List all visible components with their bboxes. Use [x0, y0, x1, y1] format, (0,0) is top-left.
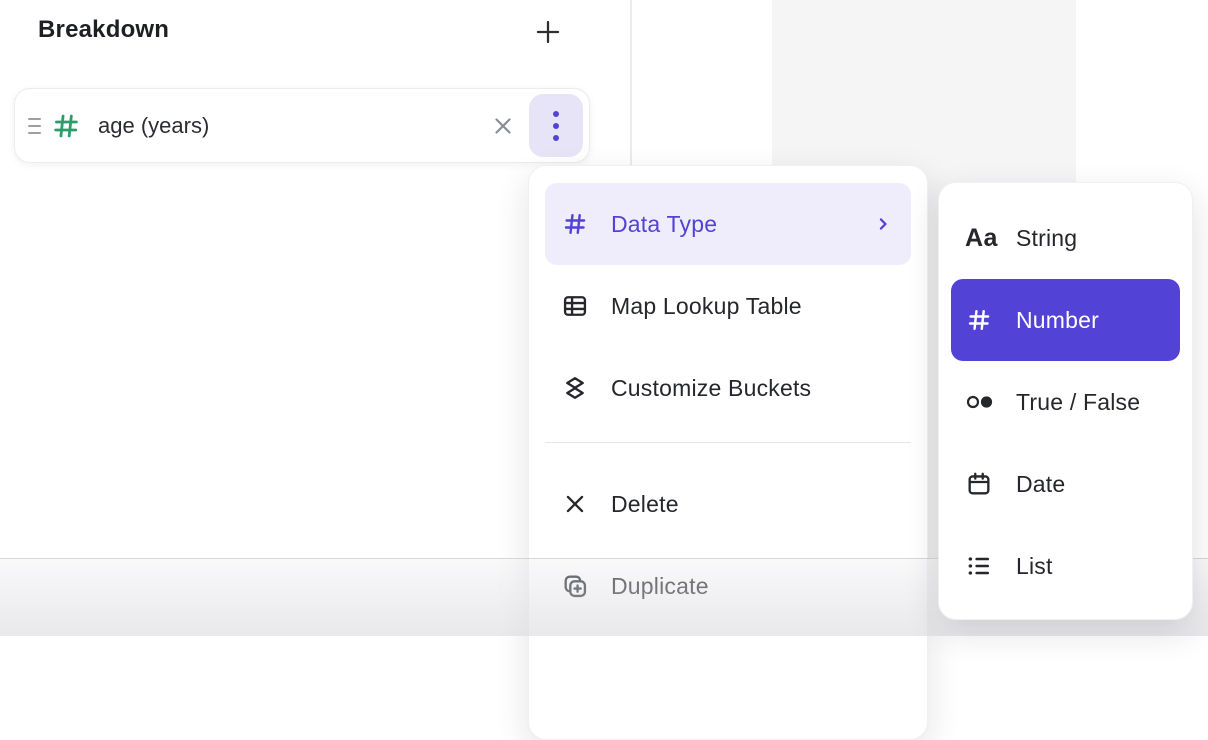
x-icon — [561, 490, 589, 518]
menu-item-customize-buckets[interactable]: Customize Buckets — [545, 347, 911, 429]
remove-field-button[interactable] — [483, 106, 523, 146]
submenu-item-string[interactable]: Aa String — [951, 197, 1180, 279]
submenu-item-number[interactable]: Number — [951, 279, 1180, 361]
plus-icon — [532, 16, 564, 48]
bullet-list-icon — [965, 552, 1001, 580]
field-label: age (years) — [98, 113, 209, 139]
menu-item-label: Customize Buckets — [611, 375, 811, 402]
number-type-icon — [46, 110, 86, 142]
menu-item-label: Data Type — [611, 211, 717, 238]
menu-item-data-type[interactable]: Data Type — [545, 183, 911, 265]
field-menu-button[interactable] — [529, 94, 583, 157]
text-aa-icon: Aa — [965, 224, 1001, 253]
submenu-item-label: Number — [1016, 307, 1099, 334]
menu-item-map-lookup-table[interactable]: Map Lookup Table — [545, 265, 911, 347]
menu-divider — [545, 442, 911, 443]
breakdown-field-row[interactable]: age (years) — [14, 88, 590, 163]
menu-item-label: Duplicate — [611, 573, 709, 600]
boolean-circles-icon — [965, 390, 1001, 414]
submenu-item-true-false[interactable]: True / False — [951, 361, 1180, 443]
menu-item-label: Delete — [611, 491, 679, 518]
drag-handle-icon[interactable] — [22, 118, 46, 134]
page-title: Breakdown — [38, 16, 169, 44]
chevron-right-icon — [873, 214, 893, 234]
menu-item-delete[interactable]: Delete — [545, 463, 911, 545]
duplicate-icon — [561, 572, 589, 600]
layers-icon — [561, 374, 589, 402]
menu-item-label: Map Lookup Table — [611, 293, 802, 320]
submenu-item-label: List — [1016, 553, 1053, 580]
submenu-item-date[interactable]: Date — [951, 443, 1180, 525]
hash-icon — [965, 306, 1001, 334]
submenu-item-label: Date — [1016, 471, 1065, 498]
submenu-item-list[interactable]: List — [951, 525, 1180, 607]
x-icon — [490, 113, 516, 139]
table-icon — [561, 292, 589, 320]
submenu-item-label: String — [1016, 225, 1077, 252]
hash-icon — [561, 210, 589, 238]
menu-item-duplicate[interactable]: Duplicate — [545, 545, 911, 627]
calendar-icon — [965, 470, 1001, 498]
field-context-menu: Data Type Map Lookup Table Customize Buc… — [528, 165, 928, 740]
data-type-submenu: Aa String Number True / False Date List — [938, 182, 1193, 620]
submenu-item-label: True / False — [1016, 389, 1140, 416]
add-breakdown-button[interactable] — [528, 12, 568, 52]
